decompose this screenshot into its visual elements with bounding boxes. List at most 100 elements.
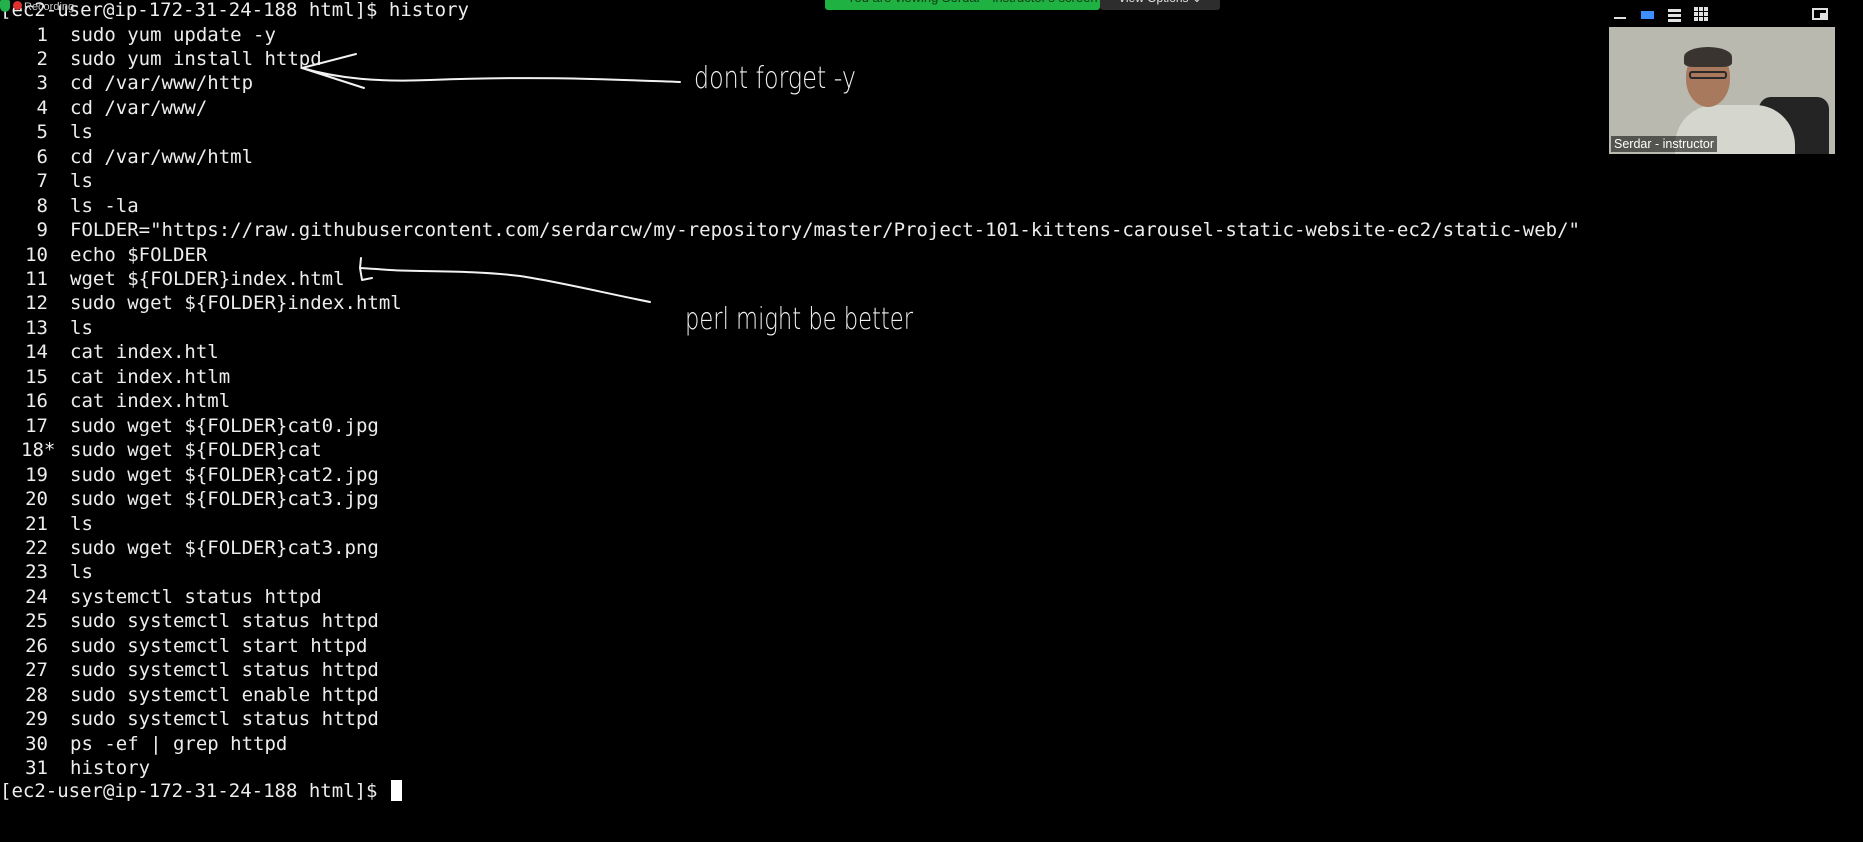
history-entry: 31 history bbox=[0, 756, 150, 781]
history-entry-number: 17 bbox=[25, 414, 48, 437]
history-entry-command: cd /var/www/ bbox=[70, 96, 208, 119]
screen-share-banner: You are viewing Serdar - instructor's sc… bbox=[825, 0, 1100, 10]
history-entry: 5 ls bbox=[0, 120, 93, 145]
history-entry-number: 24 bbox=[25, 585, 48, 608]
participant-video-tile[interactable]: Serdar - instructor bbox=[1609, 27, 1835, 154]
speaker-view-icon[interactable] bbox=[1635, 4, 1659, 24]
history-entry-number: 19 bbox=[25, 463, 48, 486]
history-entry-command: ls bbox=[70, 561, 93, 584]
history-entry-number: 14 bbox=[25, 341, 48, 364]
history-entry-number: 10 bbox=[25, 243, 48, 266]
history-entry-number: 11 bbox=[25, 268, 48, 290]
history-entry-command: sudo yum install httpd bbox=[70, 47, 322, 70]
terminal-window[interactable]: [ec2-user@ip-172-31-24-188 html]$ histor… bbox=[0, 0, 1863, 842]
history-entry-number: 16 bbox=[25, 390, 48, 413]
history-entry: 16 cat index.html bbox=[0, 389, 230, 414]
minimize-icon[interactable] bbox=[1608, 4, 1632, 24]
video-toolbar bbox=[1608, 4, 1838, 26]
history-entry-command: cd /var/www/html bbox=[70, 145, 254, 168]
history-entry-number: 6 bbox=[36, 145, 48, 168]
history-entry: 7 ls bbox=[0, 169, 93, 194]
history-entry-number: 3 bbox=[36, 72, 48, 95]
history-entry-number: 31 bbox=[25, 757, 48, 779]
history-entry-number: 7 bbox=[36, 170, 48, 193]
history-entry: 22 sudo wget ${FOLDER}cat3.png bbox=[0, 536, 379, 561]
gallery-view-icon[interactable] bbox=[1689, 4, 1713, 24]
history-entry-number: 23 bbox=[25, 561, 48, 584]
history-entry: 27 sudo systemctl status httpd bbox=[0, 658, 379, 683]
video-person-hair bbox=[1684, 47, 1732, 67]
strip-view-icon[interactable] bbox=[1662, 4, 1686, 24]
history-entry-number: 28 bbox=[25, 683, 48, 706]
history-entry-command: ls -la bbox=[70, 194, 139, 217]
history-entry-number: 18* bbox=[21, 439, 56, 462]
history-entry-command: sudo systemctl status httpd bbox=[70, 708, 379, 731]
history-entry-number: 2 bbox=[36, 47, 48, 70]
history-entry-command: sudo systemctl enable httpd bbox=[70, 683, 379, 706]
history-entry: 23 ls bbox=[0, 560, 93, 585]
recording-label: Recording bbox=[24, 1, 75, 13]
history-entry: 28 sudo systemctl enable httpd bbox=[0, 683, 379, 708]
video-person-glasses bbox=[1689, 71, 1727, 79]
history-entry-number: 29 bbox=[25, 708, 48, 731]
history-entry-command: history bbox=[70, 757, 151, 779]
history-entry-command: sudo systemctl status httpd bbox=[70, 610, 379, 633]
history-entry-number: 26 bbox=[25, 634, 48, 657]
recording-indicator: Recording bbox=[0, 0, 74, 14]
history-entry-command: sudo wget ${FOLDER}cat0.jpg bbox=[70, 414, 379, 437]
history-entry: 1 sudo yum update -y bbox=[0, 23, 276, 48]
security-shield-icon bbox=[0, 0, 10, 12]
history-entry: 10 echo $FOLDER bbox=[0, 243, 207, 268]
history-entry-command: sudo wget ${FOLDER}index.html bbox=[70, 292, 402, 315]
history-entry: 9 FOLDER="https://raw.githubusercontent.c… bbox=[0, 218, 1580, 243]
history-entry-command: ls bbox=[70, 512, 93, 535]
text-cursor bbox=[390, 780, 402, 801]
history-entry-command: ps -ef | grep httpd bbox=[70, 732, 288, 755]
history-entry-command: ls bbox=[70, 316, 93, 339]
history-entry: 24 systemctl status httpd bbox=[0, 585, 322, 610]
history-entry-number: 12 bbox=[25, 292, 48, 315]
history-entry: 19 sudo wget ${FOLDER}cat2.jpg bbox=[0, 463, 379, 488]
history-entry: 20 sudo wget ${FOLDER}cat3.jpg bbox=[0, 487, 379, 512]
history-entry-command: sudo wget ${FOLDER}cat bbox=[70, 439, 322, 462]
history-entry-command: echo $FOLDER bbox=[70, 243, 208, 266]
history-entry: 11 wget ${FOLDER}index.html bbox=[0, 267, 344, 292]
history-entry: 2 sudo yum install httpd bbox=[0, 47, 322, 72]
history-entry: 25 sudo systemctl status httpd bbox=[0, 609, 379, 634]
history-entry-number: 9 bbox=[36, 219, 48, 242]
history-entry-number: 25 bbox=[25, 610, 48, 633]
history-entry-number: 15 bbox=[25, 365, 48, 388]
history-entry: 15 cat index.htlm bbox=[0, 365, 230, 390]
history-entry-command: FOLDER="https://raw.githubusercontent.co… bbox=[70, 219, 1580, 242]
history-entry: 14 cat index.htl bbox=[0, 340, 219, 365]
history-entry-number: 21 bbox=[25, 512, 48, 535]
history-entry: 13 ls bbox=[0, 316, 93, 341]
history-entry-command: sudo systemctl status httpd bbox=[70, 659, 379, 682]
history-entry: 21 ls bbox=[0, 512, 93, 537]
history-entry-number: 20 bbox=[25, 488, 48, 511]
history-entry-number: 30 bbox=[25, 732, 48, 755]
history-entry: 17 sudo wget ${FOLDER}cat0.jpg bbox=[0, 414, 379, 439]
history-entry: 29 sudo systemctl status httpd bbox=[0, 707, 379, 732]
active-prompt-text: [ec2-user@ip-172-31-24-188 html]$ bbox=[0, 780, 389, 802]
history-entry-command: sudo wget ${FOLDER}cat3.jpg bbox=[70, 488, 379, 511]
history-entry-command: cat index.htl bbox=[70, 341, 219, 364]
history-entry-number: 8 bbox=[36, 194, 48, 217]
history-entry-command: systemctl status httpd bbox=[70, 585, 322, 608]
view-options-button[interactable]: View Options ⌄ bbox=[1100, 0, 1220, 10]
history-entry-number: 5 bbox=[36, 121, 48, 144]
layout-toggle-icon[interactable] bbox=[1808, 4, 1832, 24]
history-entry-command: wget ${FOLDER}index.html bbox=[70, 268, 345, 290]
history-entry-command: sudo yum update -y bbox=[70, 23, 276, 46]
history-entry: 6 cd /var/www/html bbox=[0, 145, 253, 170]
history-entry-command: ls bbox=[70, 170, 93, 193]
history-entry-command: sudo wget ${FOLDER}cat2.jpg bbox=[70, 463, 379, 486]
history-entry: 18* sudo wget ${FOLDER}cat bbox=[0, 438, 322, 463]
history-entry-command: sudo wget ${FOLDER}cat3.png bbox=[70, 536, 379, 559]
active-prompt[interactable]: [ec2-user@ip-172-31-24-188 html]$ bbox=[0, 779, 402, 804]
history-entry-number: 27 bbox=[25, 659, 48, 682]
participant-name-label: Serdar - instructor bbox=[1611, 136, 1718, 152]
history-entry: 26 sudo systemctl start httpd bbox=[0, 634, 367, 659]
history-entry: 12 sudo wget ${FOLDER}index.html bbox=[0, 291, 402, 316]
history-entry-command: cd /var/www/http bbox=[70, 72, 254, 95]
